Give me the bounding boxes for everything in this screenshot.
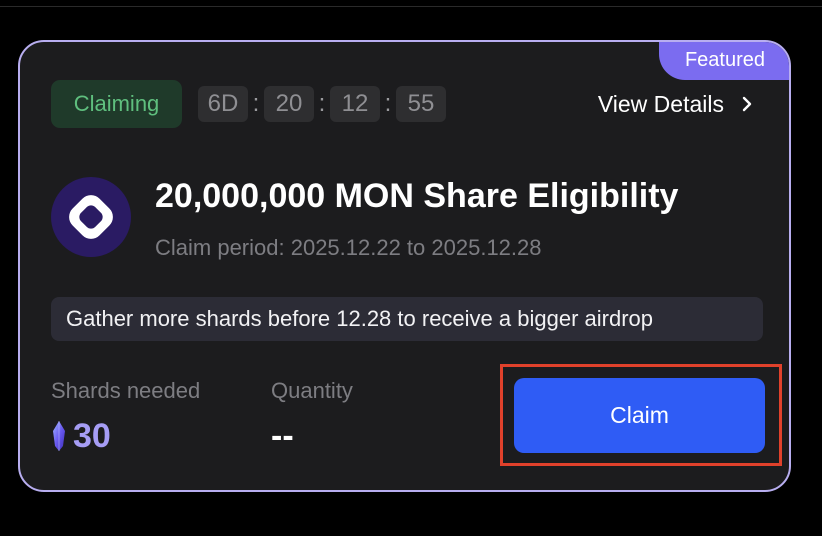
countdown-separator: : xyxy=(318,90,326,117)
status-badge: Claiming xyxy=(51,80,182,128)
countdown-hours: 20 xyxy=(264,86,314,122)
chevron-right-icon xyxy=(742,96,752,112)
countdown-separator: : xyxy=(252,90,260,117)
monad-logo-icon xyxy=(51,177,131,257)
view-details-label: View Details xyxy=(597,91,724,117)
top-divider xyxy=(0,6,822,7)
countdown-minutes: 12 xyxy=(330,86,380,122)
countdown-timer: 6D : 20 : 12 : 55 xyxy=(198,86,446,122)
quantity-label: Quantity xyxy=(271,378,353,403)
notice-banner: Gather more shards before 12.28 to recei… xyxy=(51,297,763,341)
featured-badge: Featured xyxy=(659,42,789,80)
claim-period: Claim period: 2025.12.22 to 2025.12.28 xyxy=(155,235,542,260)
shards-needed-number: 30 xyxy=(73,417,111,455)
countdown-days: 6D xyxy=(198,86,248,122)
shards-needed-value: 30 xyxy=(51,414,111,458)
countdown-seconds: 55 xyxy=(396,86,446,122)
airdrop-title: 20,000,000 MON Share Eligibility xyxy=(155,177,679,215)
view-details-link[interactable]: View Details xyxy=(598,86,756,122)
shards-needed-label: Shards needed xyxy=(51,378,201,403)
countdown-separator: : xyxy=(384,90,392,117)
shard-crystal-icon xyxy=(53,421,65,451)
airdrop-card: Featured Claiming 6D : 20 : 12 : 55 View… xyxy=(18,40,791,492)
quantity-value: -- xyxy=(271,417,294,455)
claim-button[interactable]: Claim xyxy=(514,378,765,453)
